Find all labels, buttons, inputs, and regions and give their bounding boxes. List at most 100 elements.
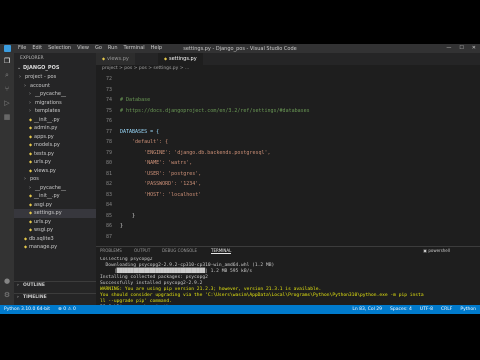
folder-item[interactable]: › pos	[14, 175, 96, 184]
file-item[interactable]: ◆ __init__.py	[14, 116, 96, 125]
file-item[interactable]: ◆ asgi.py	[14, 201, 96, 210]
code-line: 83 'HOST': 'localhost'	[96, 191, 480, 200]
code-text: # https://docs.djangoproject.com/en/3.2/…	[120, 107, 310, 114]
folder-item[interactable]: › __pycache__	[14, 90, 96, 99]
run-debug-icon[interactable]: ▷	[3, 99, 11, 107]
code-line: 73	[96, 86, 480, 95]
code-line: 79 'ENGINE': 'django.db.backends.postgre…	[96, 149, 480, 158]
file-item[interactable]: ◆ wsgi.py	[14, 226, 96, 235]
file-item[interactable]: ◆ apps.py	[14, 133, 96, 142]
timeline-section[interactable]: › TIMELINE	[14, 293, 99, 302]
minimize-icon[interactable]: —	[446, 45, 451, 51]
project-root[interactable]: ⌄ DJANGO_POS	[14, 64, 96, 73]
file-label: account	[30, 82, 50, 89]
file-label: manage.py	[29, 244, 58, 250]
file-item[interactable]: ◆ admin.py	[14, 124, 96, 133]
account-icon[interactable]: ●	[3, 277, 11, 285]
gear-icon[interactable]: ⚙	[3, 291, 11, 299]
project-name: DJANGO_POS	[23, 65, 60, 71]
code-text: }	[120, 212, 136, 219]
code-line: 87	[96, 233, 480, 242]
file-label: apps.py	[34, 133, 54, 140]
status-item[interactable]: Python	[460, 305, 476, 314]
file-item[interactable]: ◆ models.py	[14, 141, 96, 150]
line-number: 75	[105, 107, 112, 114]
code-line: 80 'NAME': 'watrs',	[96, 159, 480, 168]
video-frame: File Edit Selection View Go Run Terminal Help s…	[0, 0, 480, 360]
file-item[interactable]: ◆ manage.py	[14, 243, 96, 252]
outline-section[interactable]: › OUTLINE	[14, 281, 99, 290]
code-text: # Database	[120, 97, 151, 103]
file-label: urls.py	[34, 159, 51, 165]
bottom-panel: PROBLEMS OUTPUT DEBUG CONSOLE TERMINAL ▣ po…	[96, 246, 480, 306]
folder-item[interactable]: › migrations	[14, 99, 96, 108]
code-line: 75 # https://docs.djangoproject.com/en/3.…	[96, 107, 480, 116]
line-number: 82	[105, 181, 112, 187]
file-tree: › project - pos › account › __pycache__ › migra…	[14, 73, 96, 252]
status-item[interactable]: Python 3.10.0 64-bit	[4, 305, 50, 314]
line-number: 77	[105, 128, 112, 135]
file-label: __pycache__	[35, 184, 66, 191]
breadcrumb[interactable]: project > pos > pos > settings.py > ...	[96, 65, 480, 73]
status-item[interactable]: CRLF	[441, 305, 452, 314]
file-item[interactable]: ◆ db.sqlite3	[14, 235, 96, 244]
file-item[interactable]: ◆ urls.py	[14, 218, 96, 227]
code-text: 'HOST': 'localhost'	[120, 191, 202, 198]
code-line: 85 }	[96, 212, 480, 221]
code-editor[interactable]: 72 73 74 # Database 75 # https://docs.djangop…	[96, 73, 480, 246]
line-number: 86	[105, 223, 112, 229]
code-text: 'NAME': 'watrs',	[120, 160, 193, 166]
tab-settings-py[interactable]: ◆ settings.py	[158, 53, 203, 65]
panel-tab-terminal[interactable]: TERMINAL	[211, 248, 232, 254]
file-item[interactable]: ◆ urls.py	[14, 158, 96, 167]
line-number: 76	[105, 118, 112, 124]
file-label: __pycache__	[35, 91, 66, 97]
line-number: 72	[105, 76, 112, 82]
panel-tab-output[interactable]: OUTPUT	[134, 248, 150, 253]
code-line: 86}	[96, 222, 480, 231]
folder-item[interactable]: › account	[14, 82, 96, 91]
tab-label: views.py	[107, 56, 129, 62]
folder-item[interactable]: › project - pos	[14, 73, 96, 82]
tab-views-py[interactable]: ◆ views.py	[96, 53, 135, 65]
terminal-shell-label[interactable]: ▣ powershell	[423, 248, 450, 253]
status-item[interactable]: UTF-8	[420, 305, 433, 314]
folder-item[interactable]: › templates	[14, 107, 96, 116]
terminal-output[interactable]: Collecting psycopg2 Downloading psycopg2…	[100, 257, 476, 305]
file-label: views.py	[34, 167, 56, 174]
code-text: 'default': {	[120, 139, 169, 145]
line-number: 87	[105, 233, 112, 240]
activity-bar: ❐ ⌕ ⑂ ▷ ▦ ● ⚙	[0, 53, 14, 305]
file-label: __init__.py	[34, 116, 60, 123]
panel-tab-problems[interactable]: PROBLEMS	[100, 248, 122, 253]
line-number: 83	[105, 191, 112, 198]
extensions-icon[interactable]: ▦	[3, 113, 11, 121]
file-label: admin.py	[34, 125, 58, 131]
panel-tab-debug-console[interactable]: DEBUG CONSOLE	[162, 248, 197, 253]
line-number: 79	[105, 149, 112, 156]
folder-item[interactable]: › __pycache__	[14, 184, 96, 193]
source-control-icon[interactable]: ⑂	[3, 85, 11, 93]
status-item[interactable]: Ln 83, Col 29	[352, 305, 382, 314]
line-number: 73	[105, 86, 112, 93]
code-line: 76	[96, 117, 480, 126]
file-label: urls.py	[34, 218, 51, 225]
file-item[interactable]: ◆ __init__.py	[14, 192, 96, 201]
tab-label: settings.py	[169, 56, 197, 62]
title-bar: File Edit Selection View Go Run Terminal Help s…	[0, 44, 480, 53]
code-text: 'USER': 'postgres',	[120, 170, 202, 177]
status-item[interactable]: ⊗ 0 ⚠ 0	[58, 305, 76, 314]
close-icon[interactable]: ✕	[472, 45, 476, 51]
file-item[interactable]: ◆ tests.py	[14, 150, 96, 159]
explorer-icon[interactable]: ❐	[3, 57, 11, 65]
line-number: 84	[105, 202, 112, 208]
code-line: 72	[96, 75, 480, 84]
file-item[interactable]: ◆ settings.py	[14, 209, 96, 218]
code-line: 84	[96, 201, 480, 210]
file-label: models.py	[34, 142, 60, 148]
search-icon[interactable]: ⌕	[3, 71, 11, 79]
file-item[interactable]: ◆ views.py	[14, 167, 96, 176]
status-item[interactable]: Spaces: 4	[390, 305, 412, 314]
maximize-icon[interactable]: ☐	[459, 45, 463, 51]
explorer-sidebar: EXPLORER ⌄ DJANGO_POS › project - pos › acco…	[14, 53, 99, 305]
